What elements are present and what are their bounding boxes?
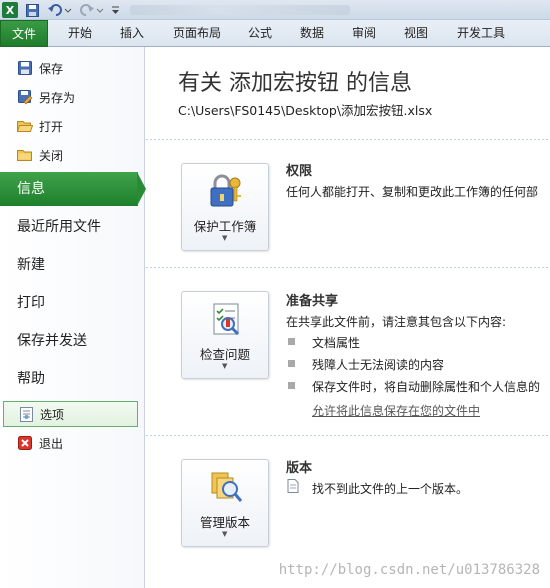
redo-icon[interactable] (78, 2, 106, 18)
tab-file[interactable]: 文件 (0, 20, 48, 47)
title-bar: X (0, 0, 550, 20)
dropdown-arrow-icon: ▼ (222, 530, 228, 538)
allow-save-info-link[interactable]: 允许将此信息保存在您的文件中 (312, 402, 480, 419)
check-issues-button[interactable]: 检查问题 ▼ (181, 291, 269, 379)
options-command[interactable]: 选项 (3, 401, 138, 427)
section-divider (146, 139, 550, 140)
permissions-title: 权限 (286, 164, 313, 179)
checklist-icon (208, 301, 244, 337)
tab-view[interactable]: 视图 (394, 20, 438, 47)
bullet-doc-properties: 文档属性 (312, 336, 361, 350)
tab-page-layout[interactable]: 页面布局 (164, 20, 230, 47)
permissions-desc: 任何人都能打开、复制和更改此工作簿的任何部 (286, 185, 539, 199)
lock-key-icon (208, 173, 244, 209)
tab-data[interactable]: 数据 (290, 20, 334, 47)
save-as-label: 另存为 (39, 90, 76, 105)
tab-home[interactable]: 开始 (56, 20, 104, 47)
customize-toolbar-icon[interactable] (110, 2, 120, 18)
prepare-sharing-desc: 在共享此文件前，请注意其包含以下内容: (286, 315, 507, 329)
nav-info-label: 信息 (17, 181, 45, 197)
tab-formulas[interactable]: 公式 (238, 20, 282, 47)
options-label: 选项 (40, 407, 65, 422)
nav-new[interactable]: 新建 (0, 248, 145, 282)
versions-icon (208, 469, 244, 505)
page-title: 有关 添加宏按钮 的信息 (178, 71, 412, 96)
nav-recent[interactable]: 最近所用文件 (0, 210, 145, 244)
section-divider (146, 435, 550, 436)
save-icon (17, 60, 33, 76)
tab-insert[interactable]: 插入 (108, 20, 156, 47)
save-command[interactable]: 保存 (0, 55, 140, 81)
quick-save-icon[interactable] (24, 2, 40, 18)
open-label: 打开 (39, 119, 64, 134)
ribbon-tab-bar: 文件 开始 插入 页面布局 公式 数据 审阅 视图 开发工具 (0, 20, 550, 47)
nav-print[interactable]: 打印 (0, 286, 145, 320)
exit-command[interactable]: 退出 (0, 430, 140, 456)
undo-icon[interactable] (46, 2, 74, 18)
open-command[interactable]: 打开 (0, 113, 140, 139)
manage-versions-button[interactable]: 管理版本 ▼ (181, 459, 269, 547)
file-path: C:\Users\FS0145\Desktop\添加宏按钮.xlsx (178, 103, 433, 118)
tab-review[interactable]: 审阅 (342, 20, 386, 47)
backstage-nav: 保存 另存为 打开 关闭 信息 最近所用文件 新建 打印 保存并发送 帮助 选项 (0, 47, 146, 588)
bullet-accessibility: 残障人士无法阅读的内容 (312, 358, 445, 372)
excel-app-icon[interactable]: X (2, 2, 18, 18)
save-label: 保存 (39, 61, 64, 76)
protect-workbook-button[interactable]: 保护工作簿 ▼ (181, 163, 269, 251)
section-divider (146, 267, 550, 268)
selected-arrow-icon (137, 172, 146, 206)
bullet-icon (288, 338, 295, 345)
bullet-remove-properties: 保存文件时，将自动删除属性和个人信息的 (312, 380, 541, 394)
watermark: http://blog.csdn.net/u013786328 (278, 562, 540, 578)
exit-icon (17, 435, 33, 451)
nav-help[interactable]: 帮助 (0, 362, 145, 396)
bullet-icon (288, 382, 295, 389)
check-issues-label: 检查问题 (199, 347, 250, 362)
nav-info[interactable]: 信息 (0, 172, 146, 206)
tab-developer[interactable]: 开发工具 (448, 20, 514, 47)
prepare-sharing-title: 准备共享 (286, 294, 339, 309)
dropdown-arrow-icon: ▼ (222, 362, 228, 370)
document-icon (286, 479, 300, 493)
open-folder-icon (17, 118, 33, 134)
manage-versions-label: 管理版本 (199, 515, 250, 530)
info-panel: 有关 添加宏按钮 的信息 C:\Users\FS0145\Desktop\添加宏… (146, 47, 550, 588)
nav-save-send[interactable]: 保存并发送 (0, 324, 145, 358)
dropdown-arrow-icon: ▼ (222, 234, 228, 242)
window-title (130, 5, 350, 15)
protect-workbook-label: 保护工作簿 (193, 219, 257, 234)
options-icon (18, 406, 34, 422)
exit-label: 退出 (39, 436, 64, 451)
versions-title: 版本 (286, 461, 313, 476)
bullet-icon (288, 360, 295, 367)
close-folder-icon (17, 147, 33, 163)
save-as-icon (17, 89, 33, 105)
versions-desc: 找不到此文件的上一个版本。 (312, 482, 469, 496)
close-label: 关闭 (39, 148, 64, 163)
close-command[interactable]: 关闭 (0, 142, 140, 168)
save-as-command[interactable]: 另存为 (0, 84, 140, 110)
